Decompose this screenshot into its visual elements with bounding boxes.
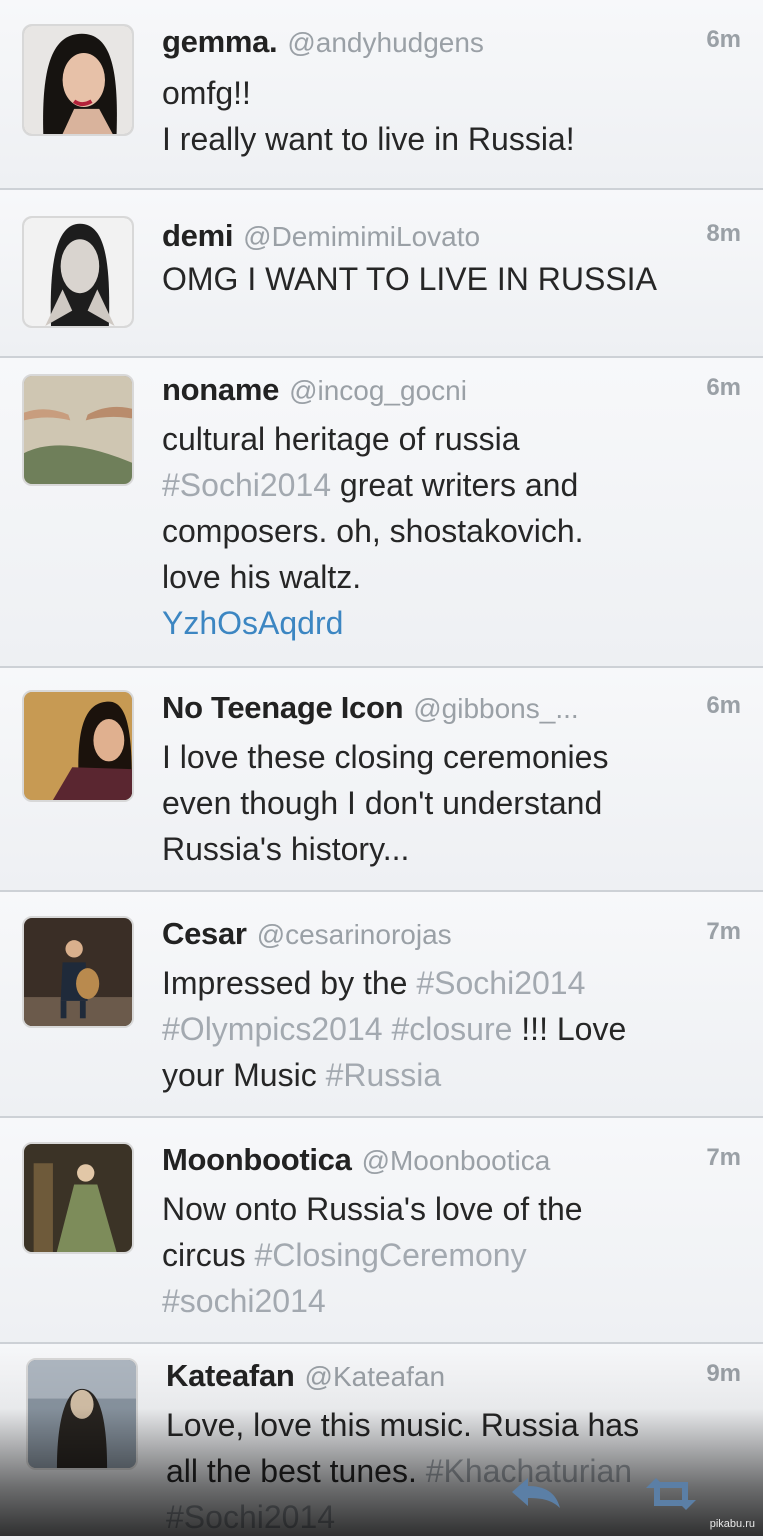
avatar[interactable]	[26, 1358, 138, 1470]
tweet-item[interactable]: Cesar @cesarinorojas 7m Impressed by the …	[0, 892, 763, 1118]
text-span: Impressed by the	[162, 965, 417, 1001]
text-span: even though I don't understand	[162, 785, 603, 821]
reply-arrow-icon	[512, 1478, 560, 1508]
hashtag[interactable]: #Sochi2014	[162, 467, 331, 503]
avatar-image	[24, 918, 132, 1026]
tweet-text: cultural heritage of russia #Sochi2014 g…	[162, 416, 745, 646]
tweet-feed[interactable]: gemma. @andyhudgens 6m omfg!! I really wa…	[0, 0, 763, 1536]
timestamp: 9m	[706, 1360, 741, 1387]
tweet-text: Love, love this music. Russia has all th…	[166, 1402, 745, 1540]
timestamp: 6m	[706, 692, 741, 719]
text-span: all the best tunes.	[166, 1453, 426, 1489]
text-span: circus	[162, 1237, 255, 1273]
text-span: omfg!!	[162, 75, 251, 111]
text-span: OMG I WANT TO LIVE IN RUSSIA	[162, 261, 657, 297]
text-span: Love, love this music. Russia has	[166, 1407, 640, 1443]
display-name[interactable]: Moonbootica	[162, 1142, 352, 1177]
display-name[interactable]: demi	[162, 218, 233, 253]
hashtag[interactable]: #ClosingCeremony	[254, 1237, 526, 1273]
text-span: great writers and	[331, 467, 579, 503]
username[interactable]: @DemimimiLovato	[243, 221, 480, 252]
tweet-item[interactable]: gemma. @andyhudgens 6m omfg!! I really wa…	[0, 0, 763, 190]
tweet-item[interactable]: Moonbootica @Moonbootica 7m Now onto Russ…	[0, 1118, 763, 1344]
text-span: Now onto Russia's love of the	[162, 1191, 583, 1227]
text-span: composers. oh, shostakovich.	[162, 513, 584, 549]
timestamp: 6m	[706, 374, 741, 401]
username[interactable]: @andyhudgens	[287, 27, 484, 58]
username[interactable]: @gibbons_...	[413, 693, 578, 724]
text-span: love his waltz.	[162, 559, 362, 595]
text-span: !!! Love	[512, 1011, 627, 1047]
tweet-item[interactable]: demi @DemimimiLovato 8m OMG I WANT TO LIV…	[0, 190, 763, 358]
avatar-image	[24, 376, 132, 484]
retweet-button[interactable]	[642, 1474, 700, 1514]
retweet-icon	[646, 1478, 696, 1510]
text-span: Russia's history...	[162, 831, 410, 867]
hashtag[interactable]: #Sochi2014	[166, 1499, 335, 1535]
hashtag[interactable]: #Russia	[326, 1057, 442, 1093]
display-name[interactable]: noname	[162, 372, 279, 407]
text-span: I love these closing ceremonies	[162, 739, 609, 775]
avatar-image	[28, 1360, 136, 1468]
avatar[interactable]	[22, 916, 134, 1028]
tweet-item[interactable]: No Teenage Icon @gibbons_... 6m I love th…	[0, 668, 763, 892]
username[interactable]: @cesarinorojas	[257, 919, 452, 950]
text-span: your Music	[162, 1057, 326, 1093]
avatar-image	[24, 218, 132, 326]
avatar-image	[24, 692, 132, 800]
avatar[interactable]	[22, 690, 134, 802]
tweet-text: omfg!! I really want to live in Russia!	[162, 70, 745, 162]
username[interactable]: @incog_gocni	[289, 375, 467, 406]
timestamp: 7m	[706, 918, 741, 945]
reply-button[interactable]	[508, 1474, 564, 1514]
tweet-text: Impressed by the #Sochi2014 #Olympics201…	[162, 960, 745, 1098]
tweet-text: I love these closing ceremonies even tho…	[162, 734, 745, 872]
watermark: pikabu.ru	[709, 1518, 755, 1530]
hashtag[interactable]: #Olympics2014 #closure	[162, 1011, 512, 1047]
hashtag[interactable]: #Sochi2014	[416, 965, 585, 1001]
tweet-item[interactable]: noname @incog_gocni 6m cultural heritage …	[0, 358, 763, 668]
avatar[interactable]	[22, 24, 134, 136]
tweet-text: OMG I WANT TO LIVE IN RUSSIA	[162, 256, 745, 302]
avatar-image	[24, 1144, 132, 1252]
text-span: cultural heritage of russia	[162, 421, 520, 457]
display-name[interactable]: Kateafan	[166, 1358, 295, 1393]
username[interactable]: @Moonbootica	[362, 1145, 551, 1176]
hashtag[interactable]: #sochi2014	[162, 1283, 326, 1319]
username[interactable]: @Kateafan	[305, 1361, 446, 1392]
avatar[interactable]	[22, 374, 134, 486]
timestamp: 8m	[706, 220, 741, 247]
tweet-text: Now onto Russia's love of the circus #Cl…	[162, 1186, 745, 1324]
display-name[interactable]: Cesar	[162, 916, 247, 951]
text-span: I really want to live in Russia!	[162, 121, 575, 157]
display-name[interactable]: gemma.	[162, 24, 278, 59]
avatar-image	[24, 26, 132, 134]
avatar[interactable]	[22, 1142, 134, 1254]
timestamp: 6m	[706, 26, 741, 53]
timestamp: 7m	[706, 1144, 741, 1171]
display-name[interactable]: No Teenage Icon	[162, 690, 404, 725]
tweet-link[interactable]: YzhOsAqdrd	[162, 605, 343, 641]
avatar[interactable]	[22, 216, 134, 328]
